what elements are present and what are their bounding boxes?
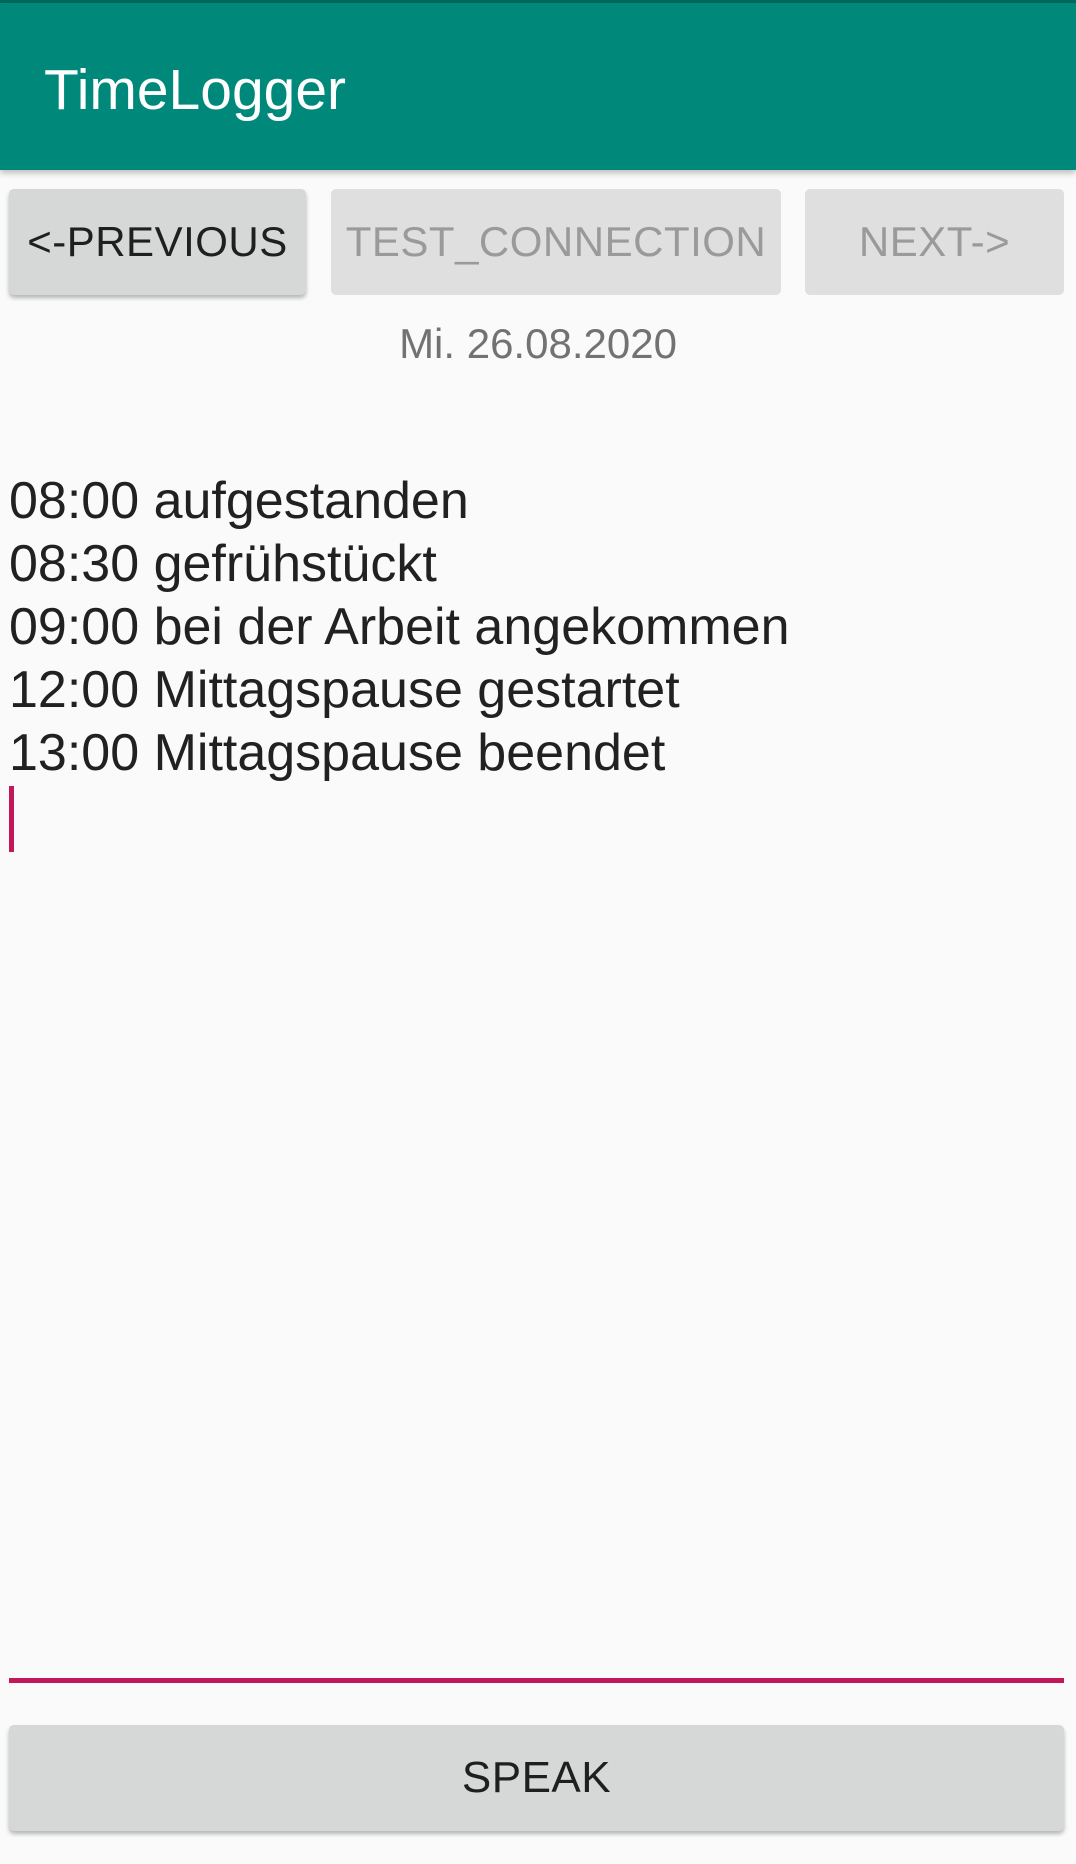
log-entry: 12:00 Mittagspause gestartet — [9, 661, 680, 719]
log-entry: 13:00 Mittagspause beendet — [9, 724, 666, 782]
text-cursor — [9, 786, 14, 852]
test-connection-button[interactable]: TEST_CONNECTION — [331, 189, 781, 295]
app-title: TimeLogger — [44, 58, 347, 122]
log-entry: 08:30 gefrühstückt — [9, 535, 437, 593]
date-label: Mi. 26.08.2020 — [399, 320, 677, 367]
next-button[interactable]: NEXT-> — [805, 189, 1064, 295]
text-field-underline — [9, 1678, 1064, 1683]
log-entry: 09:00 bei der Arbeit angekommen — [9, 598, 790, 656]
app-bar: TimeLogger — [0, 3, 1076, 170]
log-text-field[interactable]: 08:00 aufgestanden 08:30 gefrühstückt 09… — [9, 470, 1064, 785]
log-entry: 08:00 aufgestanden — [9, 472, 469, 530]
speak-button[interactable]: SPEAK — [9, 1725, 1064, 1831]
previous-button[interactable]: <-PREVIOUS — [9, 189, 306, 295]
